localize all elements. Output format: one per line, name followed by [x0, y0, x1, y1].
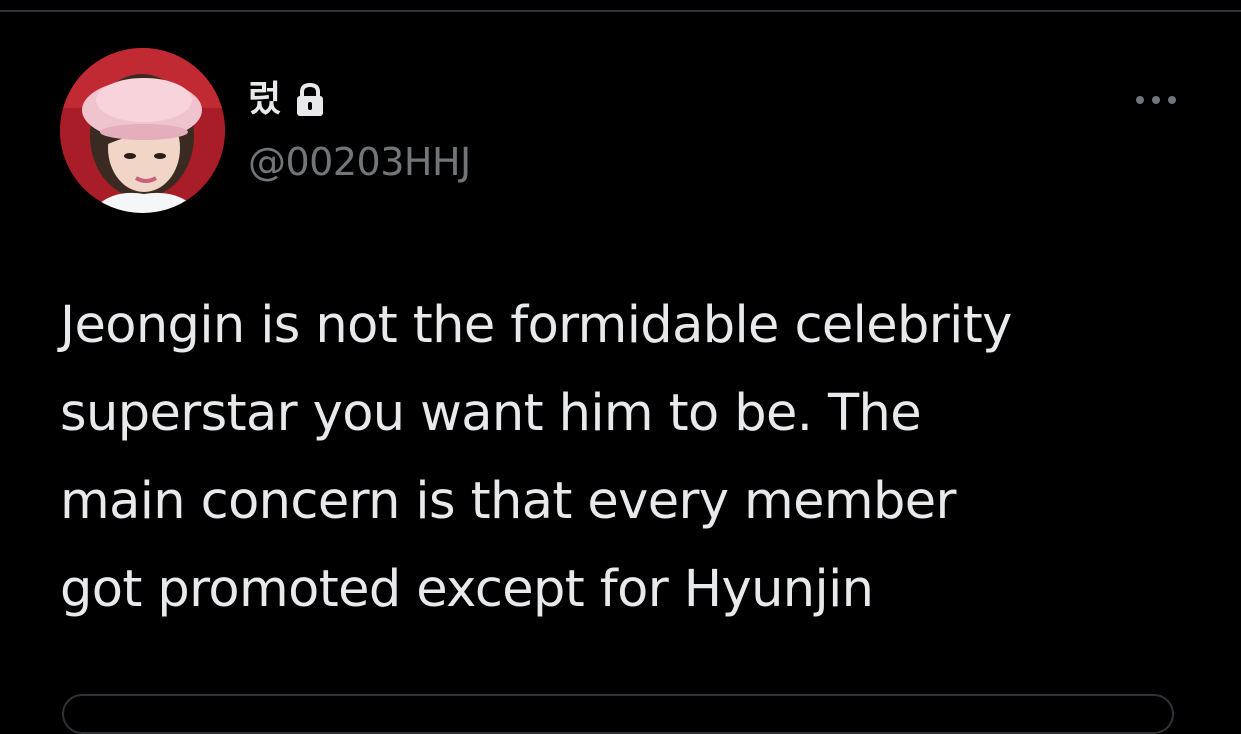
more-options-icon: [1136, 96, 1176, 104]
display-name[interactable]: 렀: [248, 78, 281, 122]
tweet-text: Jeongin is not the formidable celebrity …: [60, 296, 1012, 619]
author-name-row: 렀: [248, 78, 327, 122]
media-card[interactable]: [62, 694, 1174, 734]
tweet[interactable]: 렀 @00203HHJ Jeongin is not the formidabl…: [0, 0, 1241, 734]
more-options-button[interactable]: [1128, 84, 1184, 116]
user-handle[interactable]: @00203HHJ: [248, 138, 471, 186]
avatar-image: [60, 48, 225, 213]
avatar[interactable]: [60, 48, 225, 213]
lock-icon: [293, 82, 327, 118]
